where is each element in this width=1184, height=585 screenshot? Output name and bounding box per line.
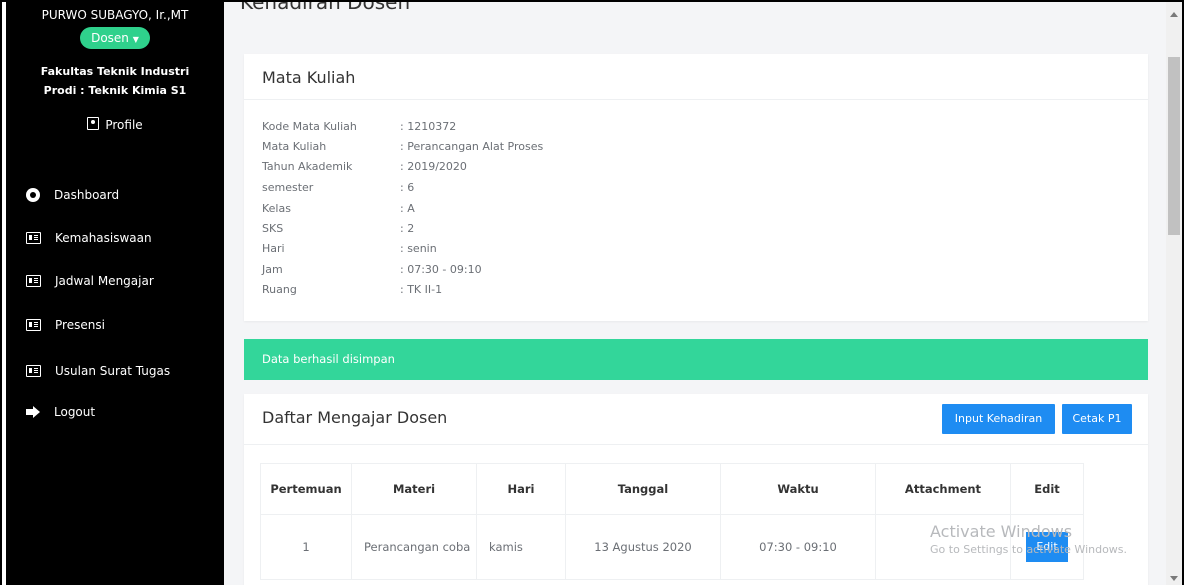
column-header: Edit bbox=[1010, 463, 1084, 515]
divider bbox=[244, 444, 1148, 445]
field-label: Mata Kuliah bbox=[262, 140, 327, 153]
divider bbox=[244, 99, 1148, 100]
field-value: : Perancangan Alat Proses bbox=[400, 140, 544, 153]
caret-down-icon: ▼ bbox=[132, 35, 139, 44]
scroll-thumb[interactable] bbox=[1168, 57, 1180, 235]
role-label: Dosen bbox=[91, 31, 129, 45]
field-hari: Hari : senin bbox=[262, 242, 437, 255]
nav-label: Dashboard bbox=[54, 188, 120, 202]
field-tahun-akademik: Tahun Akademik : 2019/2020 bbox=[262, 160, 467, 173]
windows-activation-watermark: Activate Windows Go to Settings to activ… bbox=[930, 522, 1180, 556]
nav-item-kemahasiswaan[interactable]: Kemahasiswaan bbox=[26, 231, 152, 245]
field-label: Kelas bbox=[262, 202, 291, 215]
field-value: : 2019/2020 bbox=[400, 160, 467, 173]
success-alert: Data berhasil disimpan bbox=[244, 339, 1148, 380]
faculty-name: Fakultas Teknik Industri bbox=[40, 65, 190, 78]
field-label: semester bbox=[262, 181, 314, 194]
field-ruang: Ruang : TK II-1 bbox=[262, 283, 442, 296]
cetak-p1-button[interactable]: Cetak P1 bbox=[1062, 404, 1132, 434]
course-card-title: Mata Kuliah bbox=[262, 68, 356, 87]
field-label: Ruang bbox=[262, 283, 297, 296]
field-label: Tahun Akademik bbox=[262, 160, 353, 173]
scroll-down-icon[interactable] bbox=[1170, 576, 1178, 581]
nav-item-presensi[interactable]: Presensi bbox=[26, 318, 105, 332]
input-kehadiran-button[interactable]: Input Kehadiran bbox=[942, 404, 1055, 434]
faculty-info: Fakultas Teknik Industri Prodi : Teknik … bbox=[6, 62, 224, 100]
id-card-icon bbox=[26, 275, 41, 287]
column-header: Materi bbox=[351, 463, 477, 515]
column-header: Waktu bbox=[720, 463, 876, 515]
program-name: Prodi : Teknik Kimia S1 bbox=[43, 84, 187, 97]
main-content: Kehadiran Dosen Mata Kuliah Kode Mata Ku… bbox=[224, 2, 1166, 585]
field-value: : 2 bbox=[400, 222, 415, 235]
nav-label: Kemahasiswaan bbox=[55, 231, 152, 245]
field-semester: semester : 6 bbox=[262, 181, 414, 194]
profile-label: Profile bbox=[105, 118, 143, 132]
field-value: : 07:30 - 09:10 bbox=[400, 263, 482, 276]
field-label: Hari bbox=[262, 242, 285, 255]
field-label: SKS bbox=[262, 222, 284, 235]
field-label: Jam bbox=[262, 263, 283, 276]
field-jam: Jam : 07:30 - 09:10 bbox=[262, 263, 482, 276]
field-value: : senin bbox=[400, 242, 437, 255]
field-value: : 1210372 bbox=[400, 120, 457, 133]
nav-label: Usulan Surat Tugas bbox=[55, 364, 171, 378]
logout-icon bbox=[26, 406, 40, 418]
cell-tanggal: 13 Agustus 2020 bbox=[565, 514, 721, 580]
column-header: Attachment bbox=[875, 463, 1011, 515]
id-card-icon bbox=[26, 319, 41, 331]
cell-materi: Perancangan coba bbox=[351, 514, 477, 580]
id-card-icon bbox=[26, 365, 41, 377]
nav-item-jadwal-mengajar[interactable]: Jadwal Mengajar bbox=[26, 274, 154, 288]
column-header: Pertemuan bbox=[260, 463, 352, 515]
field-value: : A bbox=[400, 202, 415, 215]
teaching-card-title: Daftar Mengajar Dosen bbox=[262, 408, 448, 427]
table-header-row: Pertemuan Materi Hari Tanggal Waktu Atta… bbox=[260, 463, 1084, 515]
column-header: Hari bbox=[476, 463, 566, 515]
nav-label: Jadwal Mengajar bbox=[55, 274, 154, 288]
cell-hari: kamis bbox=[476, 514, 566, 580]
nav-item-dashboard[interactable]: Dashboard bbox=[26, 188, 119, 202]
course-card: Mata Kuliah Kode Mata Kuliah : 1210372 Ma… bbox=[244, 54, 1148, 321]
sidebar: PURWO SUBAGYO, Ir.,MT Dosen ▼ Fakultas T… bbox=[6, 2, 224, 585]
field-kode-mata-kuliah: Kode Mata Kuliah : 1210372 bbox=[262, 120, 456, 133]
cell-waktu: 07:30 - 09:10 bbox=[720, 514, 876, 580]
nav-item-logout[interactable]: Logout bbox=[26, 405, 95, 419]
id-card-icon bbox=[26, 232, 41, 244]
field-sks: SKS : 2 bbox=[262, 222, 414, 235]
user-name: PURWO SUBAGYO, Ir.,MT bbox=[41, 8, 189, 22]
profile-link[interactable]: Profile bbox=[6, 117, 224, 132]
field-value: : TK II-1 bbox=[400, 283, 443, 296]
dashboard-icon bbox=[26, 188, 40, 202]
cell-pertemuan: 1 bbox=[260, 514, 352, 580]
field-kelas: Kelas : A bbox=[262, 202, 415, 215]
role-dropdown-button[interactable]: Dosen ▼ bbox=[80, 27, 150, 49]
field-label: Kode Mata Kuliah bbox=[262, 120, 357, 133]
nav-label: Logout bbox=[54, 405, 96, 419]
column-header: Tanggal bbox=[565, 463, 721, 515]
profile-icon bbox=[87, 117, 100, 130]
field-value: : 6 bbox=[400, 181, 415, 194]
watermark-title: Activate Windows bbox=[930, 522, 1073, 541]
page-title: Kehadiran Dosen bbox=[240, 2, 411, 14]
vertical-scrollbar[interactable] bbox=[1166, 2, 1182, 585]
field-mata-kuliah: Mata Kuliah : Perancangan Alat Proses bbox=[262, 140, 543, 153]
nav-item-usulan-surat-tugas[interactable]: Usulan Surat Tugas bbox=[26, 364, 170, 378]
nav-label: Presensi bbox=[55, 318, 105, 332]
scroll-up-icon[interactable] bbox=[1170, 12, 1178, 17]
watermark-subtitle: Go to Settings to activate Windows. bbox=[930, 543, 1128, 556]
